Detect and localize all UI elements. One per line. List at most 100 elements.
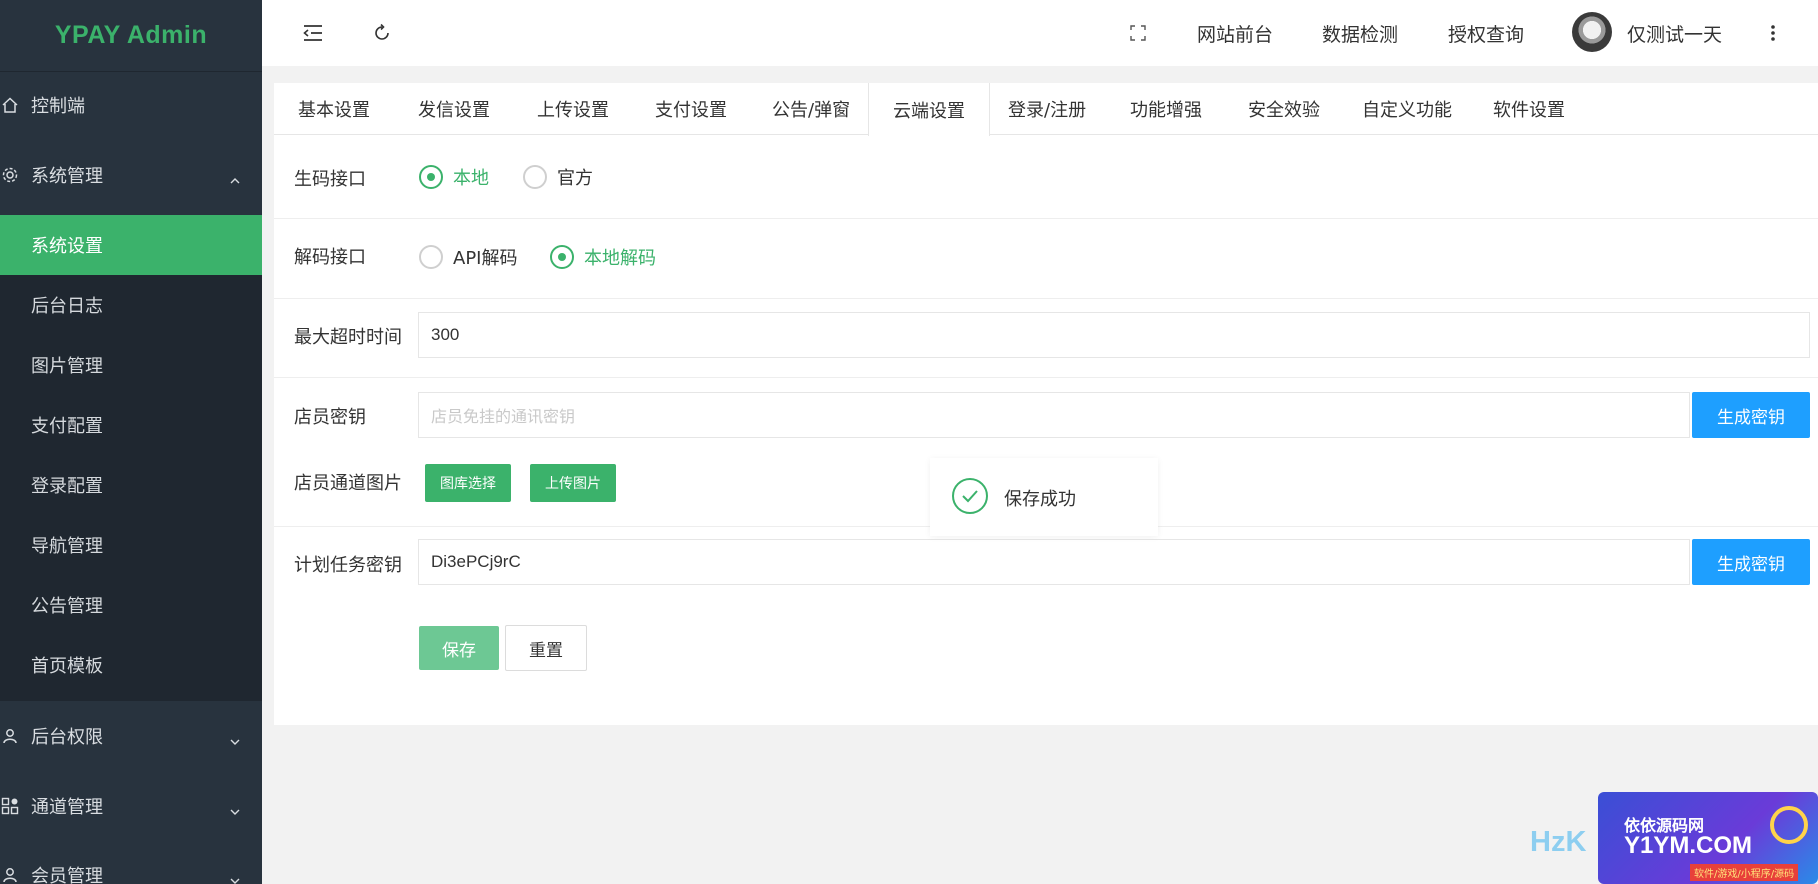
toast-message: 保存成功 bbox=[1004, 489, 1076, 510]
radio-label: 官方 bbox=[557, 168, 593, 189]
radio-gen-code-official[interactable]: 官方 bbox=[523, 164, 593, 190]
radio-label: 本地解码 bbox=[584, 248, 656, 269]
divider bbox=[274, 218, 1818, 219]
sidebar-item-label: 系统管理 bbox=[31, 166, 103, 187]
sidebar-item-label: 控制端 bbox=[31, 96, 85, 117]
sidebar-subitem-login[interactable]: 登录配置 bbox=[0, 455, 262, 515]
clerk-image-label: 店员通道图片 bbox=[294, 473, 402, 494]
upload-image-button[interactable]: 上传图片 bbox=[530, 464, 616, 502]
tab-label: 功能增强 bbox=[1130, 100, 1202, 121]
divider bbox=[274, 377, 1818, 378]
reset-button[interactable]: 重置 bbox=[505, 625, 587, 671]
sidebar-item-channels[interactable]: 通道管理 bbox=[0, 786, 262, 826]
apps-icon bbox=[0, 796, 20, 816]
tab-login-register[interactable]: 登录/注册 bbox=[1008, 83, 1086, 135]
sidebar-subitem-navigation[interactable]: 导航管理 bbox=[0, 515, 262, 575]
sidebar-subitem-payment[interactable]: 支付配置 bbox=[0, 395, 262, 455]
more-vertical-icon bbox=[1771, 25, 1775, 41]
tab-label: 发信设置 bbox=[418, 100, 490, 121]
generate-clerk-key-button[interactable]: 生成密钥 bbox=[1692, 392, 1810, 438]
settings-card: 基本设置 发信设置 上传设置 支付设置 公告/弹窗 云端设置 登录/注册 功能增… bbox=[274, 83, 1818, 725]
tab-basic[interactable]: 基本设置 bbox=[298, 83, 370, 135]
success-toast: 保存成功 bbox=[930, 458, 1158, 536]
watermark-logo-domain: Y1YM.COM bbox=[1624, 832, 1753, 859]
check-circle-icon bbox=[952, 478, 988, 514]
generate-cron-key-button[interactable]: 生成密钥 bbox=[1692, 539, 1810, 585]
menu-toggle-button[interactable] bbox=[302, 18, 324, 48]
sidebar-item-label: 通道管理 bbox=[31, 797, 103, 818]
tab-label: 安全效验 bbox=[1248, 100, 1320, 121]
sidebar-item-system[interactable]: 系统管理 bbox=[0, 155, 262, 195]
sidebar-item-label: 系统设置 bbox=[31, 236, 103, 257]
save-button[interactable]: 保存 bbox=[419, 626, 499, 670]
watermark-logo-tagline: 软件/游戏/小程序/源码 bbox=[1690, 864, 1799, 881]
tab-cloud[interactable]: 云端设置 bbox=[868, 83, 990, 136]
sidebar-item-label: 后台权限 bbox=[31, 727, 103, 748]
radio-gen-code-local[interactable]: 本地 bbox=[419, 164, 489, 190]
sidebar-subitem-announcements[interactable]: 公告管理 bbox=[0, 575, 262, 635]
more-menu-button[interactable] bbox=[1770, 18, 1776, 48]
sidebar-item-label: 公告管理 bbox=[31, 596, 103, 617]
divider bbox=[274, 298, 1818, 299]
radio-circle bbox=[419, 245, 443, 269]
chevron-up-icon bbox=[230, 170, 240, 184]
radio-label: 本地 bbox=[453, 168, 489, 189]
chevron-down-icon bbox=[230, 801, 240, 815]
tab-payment[interactable]: 支付设置 bbox=[655, 83, 727, 135]
header-link-data-check[interactable]: 数据检测 bbox=[1322, 20, 1398, 47]
tab-label: 自定义功能 bbox=[1362, 100, 1452, 121]
tab-label: 登录/注册 bbox=[1008, 100, 1087, 121]
radio-decode-api[interactable]: API解码 bbox=[419, 244, 517, 270]
tab-custom[interactable]: 自定义功能 bbox=[1362, 83, 1452, 135]
header-link-license-query[interactable]: 授权查询 bbox=[1448, 20, 1524, 47]
sidebar-item-label: 登录配置 bbox=[31, 476, 103, 497]
sidebar-subitem-images[interactable]: 图片管理 bbox=[0, 335, 262, 395]
sidebar-item-label: 后台日志 bbox=[31, 296, 103, 317]
sidebar-item-label: 会员管理 bbox=[31, 866, 103, 884]
tab-features[interactable]: 功能增强 bbox=[1130, 83, 1202, 135]
tab-label: 基本设置 bbox=[298, 100, 370, 121]
gear-icon bbox=[0, 165, 20, 185]
sidebar-item-label: 首页模板 bbox=[31, 656, 103, 677]
top-header: 网站前台 数据检测 授权查询 仅测试一天 bbox=[262, 0, 1818, 66]
tab-upload[interactable]: 上传设置 bbox=[537, 83, 609, 135]
settings-tabs: 基本设置 发信设置 上传设置 支付设置 公告/弹窗 云端设置 登录/注册 功能增… bbox=[274, 83, 1818, 136]
refresh-icon bbox=[375, 23, 389, 40]
header-link-frontend[interactable]: 网站前台 bbox=[1197, 20, 1273, 47]
app-logo: YPAY Admin bbox=[0, 0, 262, 72]
radio-circle bbox=[550, 245, 574, 269]
timeout-input[interactable]: 300 bbox=[418, 312, 1810, 358]
member-icon bbox=[0, 865, 20, 884]
sidebar-item-members[interactable]: 会员管理 bbox=[0, 855, 262, 884]
avatar[interactable] bbox=[1572, 12, 1612, 52]
sidebar-subitem-system-settings[interactable]: 系统设置 bbox=[0, 215, 262, 275]
watermark-logo: 依依源码网 Y1YM.COM 软件/游戏/小程序/源码 bbox=[1598, 792, 1818, 884]
app-title: YPAY Admin bbox=[54, 21, 208, 49]
sidebar-item-console[interactable]: 控制端 bbox=[0, 85, 262, 125]
sidebar-item-label: 支付配置 bbox=[31, 416, 103, 437]
tab-label: 云端设置 bbox=[893, 100, 965, 122]
fullscreen-icon bbox=[1130, 25, 1146, 41]
radio-circle bbox=[523, 165, 547, 189]
tab-announcement[interactable]: 公告/弹窗 bbox=[772, 83, 850, 135]
tab-security[interactable]: 安全效验 bbox=[1248, 83, 1320, 135]
radio-decode-local[interactable]: 本地解码 bbox=[550, 244, 656, 270]
sidebar-item-permissions[interactable]: 后台权限 bbox=[0, 716, 262, 756]
sidebar-subitem-logs[interactable]: 后台日志 bbox=[0, 275, 262, 335]
tab-label: 公告/弹窗 bbox=[772, 100, 851, 121]
radio-label: API解码 bbox=[453, 248, 518, 269]
tab-mail[interactable]: 发信设置 bbox=[418, 83, 490, 135]
tab-label: 支付设置 bbox=[655, 100, 727, 121]
chevron-down-icon bbox=[230, 870, 240, 884]
sidebar-subitem-homepage-template[interactable]: 首页模板 bbox=[0, 635, 262, 695]
fullscreen-button[interactable] bbox=[1129, 18, 1147, 48]
clerk-key-input[interactable]: 店员免挂的通讯密钥 bbox=[418, 392, 1690, 438]
cron-key-input[interactable]: Di3ePCj9rC bbox=[418, 539, 1690, 585]
clerk-key-label: 店员密钥 bbox=[294, 407, 366, 428]
tab-software[interactable]: 软件设置 bbox=[1493, 83, 1565, 135]
menu-fold-icon bbox=[303, 25, 322, 41]
refresh-button[interactable] bbox=[372, 18, 392, 48]
gallery-select-button[interactable]: 图库选择 bbox=[425, 464, 511, 502]
sidebar: YPAY Admin 控制端 系统管理 系统设置 后台日志 图片管理 支付配置 … bbox=[0, 0, 262, 884]
user-name[interactable]: 仅测试一天 bbox=[1627, 20, 1722, 47]
